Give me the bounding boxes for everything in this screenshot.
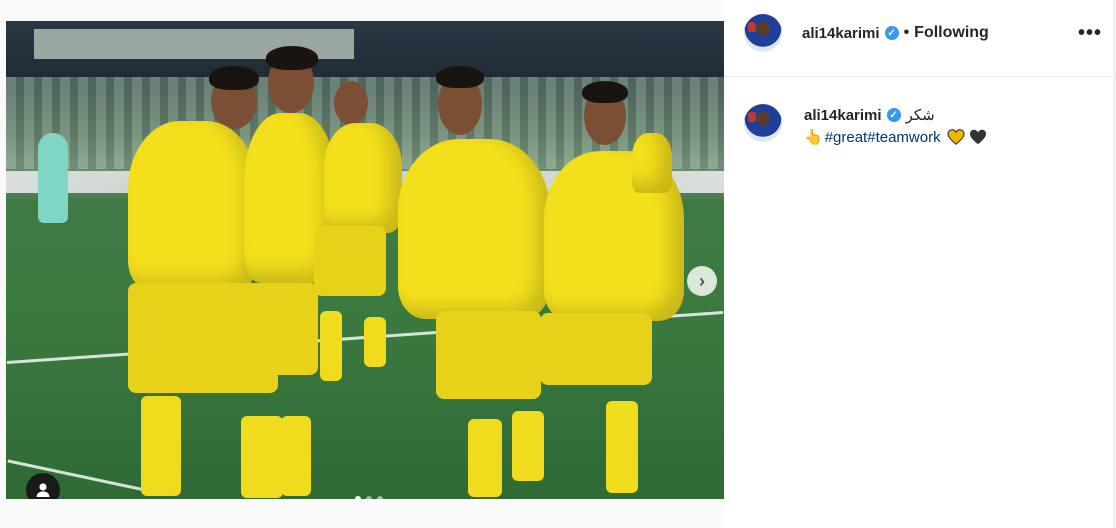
following-button[interactable]: Following [914,24,989,42]
player-shirt [398,139,550,319]
player-sock [141,396,181,496]
player-sock [281,416,311,496]
caption-username[interactable]: ali14karimi [804,107,882,124]
follow-separator: • [903,24,910,41]
yellow-heart-icon [947,129,965,145]
player-shorts [436,311,541,399]
player-shirt [324,123,402,233]
carousel-dot[interactable] [366,496,372,499]
user-tag-button[interactable] [26,473,60,499]
player-hair [209,66,259,90]
avatar[interactable] [744,14,782,52]
verified-badge-icon: ✓ [886,108,901,122]
player-shorts [540,313,652,385]
player-hair [582,81,628,103]
player-sock [364,317,386,367]
caption-text: شکر [905,107,935,124]
header-username[interactable]: ali14karimi [802,25,880,42]
carousel-dot[interactable] [355,496,361,499]
chevron-right-icon: › [699,270,705,291]
player-sock [606,401,638,493]
background-person [38,133,68,223]
pointing-up-icon: 👆 [804,129,823,146]
post-side-panel: ali14karimi ✓ • Following ••• ali14karim… [724,0,1116,528]
avatar[interactable] [744,104,782,142]
post-photo[interactable]: › [6,21,724,499]
hashtag-link[interactable]: #great [825,129,868,146]
more-options-icon[interactable]: ••• [1078,22,1102,45]
player-sock [320,311,342,381]
player-sock [241,416,283,498]
post-media-panel: › [0,0,724,528]
player-hair [266,46,318,70]
player-hair [436,66,484,88]
player-shorts [314,226,386,296]
player-sock [468,419,502,497]
user-tag-icon [36,483,50,497]
player-head [334,81,368,125]
carousel-indicator [355,496,383,499]
hashtag-link[interactable]: #teamwork [867,129,940,146]
carousel-next-button[interactable]: › [687,266,717,296]
player-shirt [128,121,258,291]
player-shorts [252,283,318,375]
player-sock [512,411,544,481]
black-heart-icon [969,129,987,145]
post-header: ali14karimi ✓ • Following ••• [724,0,1116,77]
verified-badge-icon: ✓ [884,26,899,40]
carousel-dot[interactable] [377,496,383,499]
player-shirt [632,133,672,193]
